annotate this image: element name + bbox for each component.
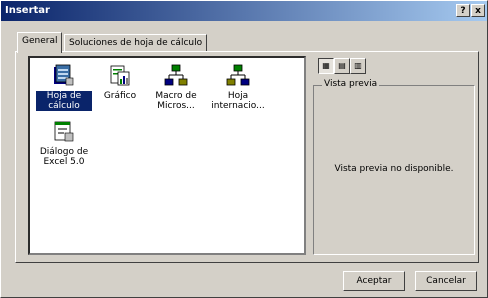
preview-message: Vista previa no disponible. bbox=[334, 164, 454, 174]
chart-sheet-icon bbox=[108, 64, 132, 88]
window-title: Insertar bbox=[5, 5, 50, 16]
worksheet-icon bbox=[52, 64, 76, 88]
item-label: Hoja de cálculo bbox=[36, 91, 92, 111]
cancel-button[interactable]: Cancelar bbox=[415, 271, 477, 291]
details-view-icon[interactable]: ▥ bbox=[350, 58, 366, 74]
tab-general[interactable]: General bbox=[17, 32, 63, 53]
large-icons-view-icon[interactable]: ▦ bbox=[318, 58, 334, 74]
item-label: Diálogo de Excel 5.0 bbox=[39, 147, 89, 167]
list-item-macro-sheet[interactable]: Macro de Micros... bbox=[148, 64, 204, 111]
list-item-chart[interactable]: Gráfico bbox=[92, 64, 148, 101]
close-button[interactable]: x bbox=[471, 4, 485, 17]
title-bar[interactable]: Insertar ? x bbox=[1, 1, 487, 21]
preview-legend: Vista previa bbox=[322, 79, 380, 89]
international-macro-sheet-icon bbox=[226, 64, 250, 88]
list-item-international-macro[interactable]: Hoja internacio... bbox=[210, 64, 266, 111]
template-list[interactable]: Hoja de cálculo Gráfico Macro de Micros.… bbox=[28, 56, 306, 255]
preview-group: Vista previa Vista previa no disponible. bbox=[313, 79, 475, 255]
list-item-worksheet[interactable]: Hoja de cálculo bbox=[36, 64, 92, 111]
list-view-icon[interactable]: ▤ bbox=[334, 58, 350, 74]
ok-button[interactable]: Aceptar bbox=[343, 271, 405, 291]
insert-dialog: Insertar ? x General Soluciones de hoja … bbox=[0, 0, 488, 298]
help-button[interactable]: ? bbox=[456, 4, 470, 17]
tab-spreadsheet-solutions[interactable]: Soluciones de hoja de cálculo bbox=[64, 34, 208, 52]
item-label: Hoja internacio... bbox=[211, 91, 265, 111]
dialog-sheet-icon bbox=[52, 120, 76, 144]
macro-sheet-icon bbox=[164, 64, 188, 88]
item-label: Macro de Micros... bbox=[155, 91, 197, 111]
list-item-excel5-dialog[interactable]: Diálogo de Excel 5.0 bbox=[36, 120, 92, 167]
item-label: Gráfico bbox=[103, 91, 137, 101]
